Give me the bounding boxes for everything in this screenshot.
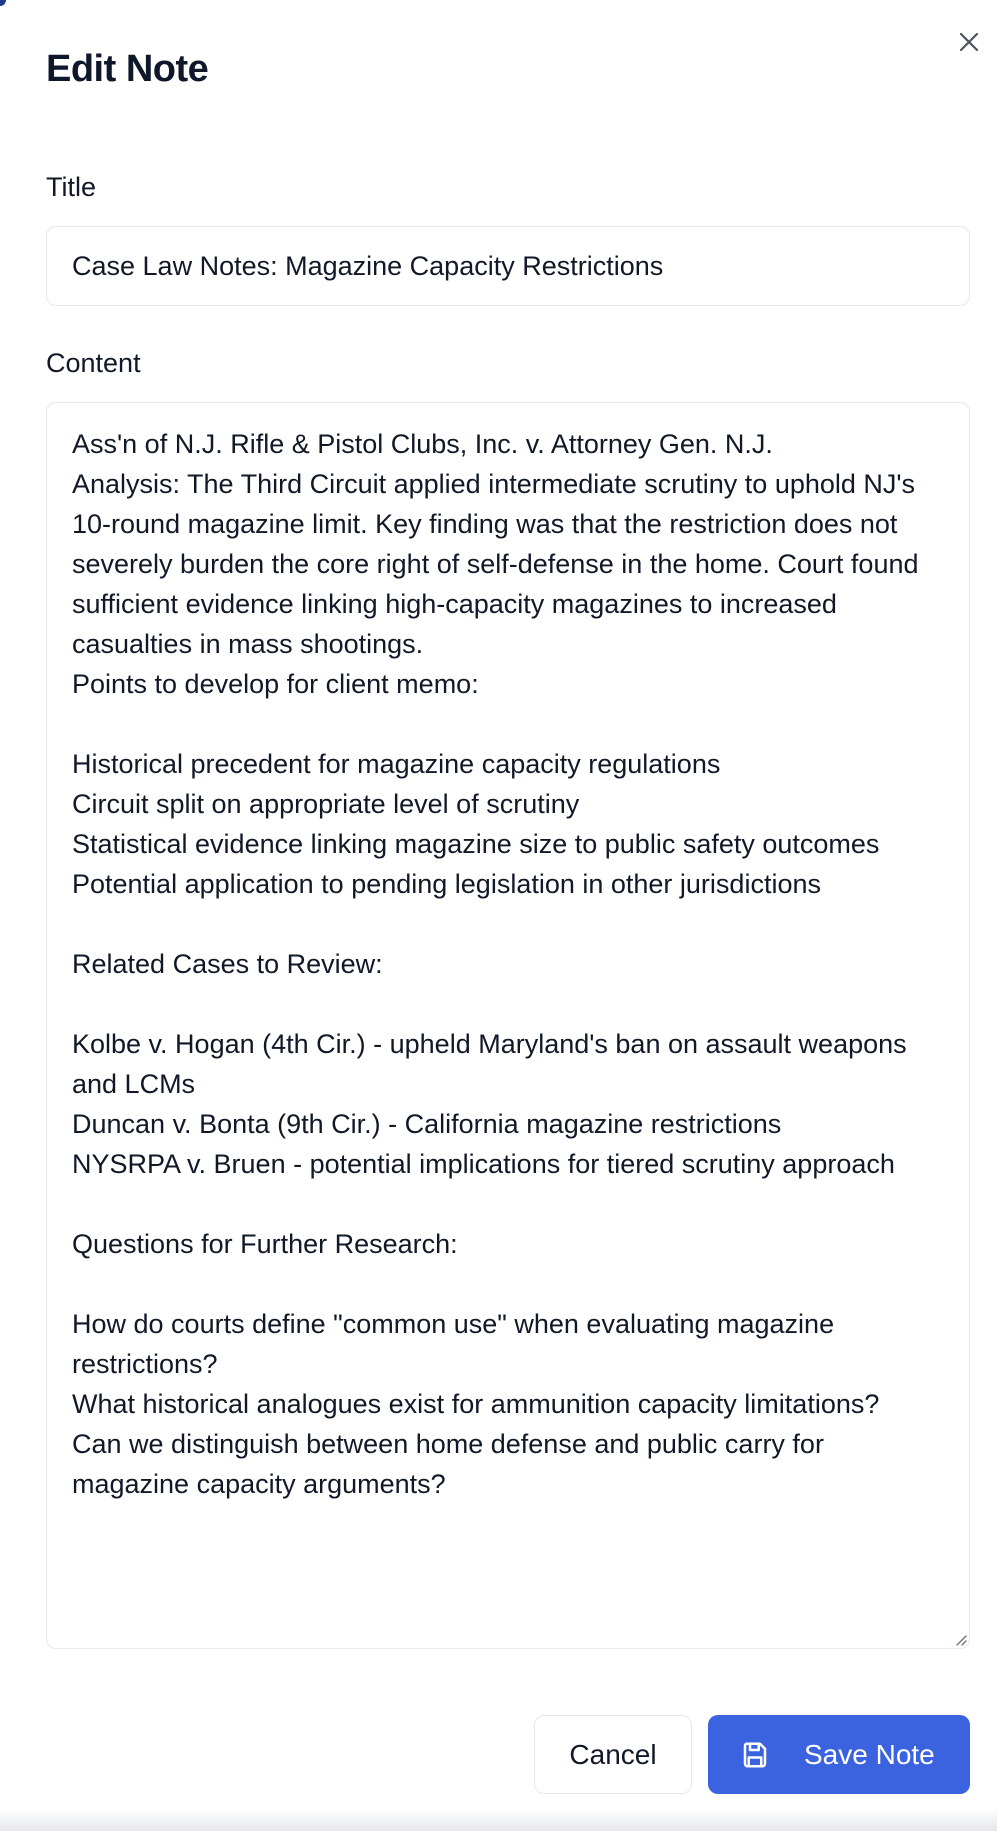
cancel-button[interactable]: Cancel [534, 1715, 692, 1794]
dialog-title: Edit Note [46, 48, 209, 90]
save-note-label: Save Note [804, 1738, 935, 1770]
title-input[interactable] [46, 226, 970, 306]
content-textarea[interactable]: Ass'n of N.J. Rifle & Pistol Clubs, Inc.… [46, 402, 970, 1649]
backdrop-bottom [0, 1809, 997, 1831]
content-label: Content [46, 348, 141, 378]
save-note-button[interactable]: Save Note [708, 1715, 970, 1794]
resize-handle-icon[interactable] [954, 1633, 968, 1647]
close-icon [959, 32, 979, 52]
close-button[interactable] [953, 26, 985, 58]
edit-note-dialog: Edit Note Title Content Ass'n of N.J. Ri… [0, 0, 997, 1831]
title-label: Title [46, 172, 97, 202]
save-icon [740, 1740, 770, 1770]
